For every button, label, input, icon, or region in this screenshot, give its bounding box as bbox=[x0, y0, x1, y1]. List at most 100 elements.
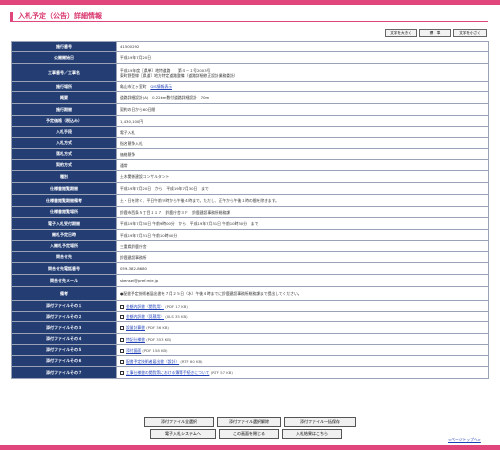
attachment-link[interactable]: 工事仕様書の閲覧等における簿等手続きについて bbox=[126, 370, 209, 375]
row-label: 添付ファイルその１ bbox=[11, 300, 117, 312]
row-label: 概要 bbox=[11, 91, 117, 104]
action-row-1: 添付ファイル全選択 添付ファイル選択解除 添付ファイル一括保存 bbox=[0, 417, 500, 427]
row-value-text: 平成19年7月20日 から 平成19年7月30日 まで bbox=[120, 186, 209, 191]
detail-row: 問合せ先 鈴鹿建設事務所 bbox=[11, 251, 489, 263]
attachment-link[interactable]: 配書予定技術者届出書（設計） bbox=[126, 359, 179, 364]
row-value: 工事仕様書の閲覧等における簿等手続きについて (RTF 57 KB) bbox=[116, 366, 489, 379]
row-value-text: 059-382-8680 bbox=[120, 266, 147, 271]
row-value: 鈴鹿市西条５丁目１１７ 鈴鹿庁舎３Ｆ 鈴鹿建設事務所総務課 bbox=[116, 206, 489, 218]
row-label: 入札方式 bbox=[11, 137, 117, 149]
attachment-checkbox[interactable] bbox=[120, 371, 124, 375]
e-bid-system-button[interactable]: 電子入札システムへ bbox=[150, 429, 216, 439]
row-label: 施行期間 bbox=[11, 103, 117, 116]
font-decrease-button[interactable]: 文字を小さく bbox=[453, 29, 487, 37]
row-label: 添付ファイルその６ bbox=[11, 355, 117, 367]
detail-row: 仕様書閲覧期間 平成19年7月20日 から 平成19年7月30日 まで bbox=[11, 182, 489, 195]
detail-row: 工事番号／工事名 平成19年度［県単］地特道路 第４－１号2003号 東町野登線［県… bbox=[11, 63, 489, 82]
row-value: 配書予定技術者届出書（設計） (RTF 60 KB) bbox=[116, 355, 489, 367]
detail-row: 施行場所 亀山市江ヶ室町 GIS情報表示 bbox=[11, 81, 489, 92]
detail-row: 施行期間 契約の日から60日間 bbox=[11, 103, 489, 116]
row-value: skensei@pref.mie.jp bbox=[116, 274, 489, 287]
bid-results-button[interactable]: 入札結果はこちら bbox=[282, 429, 342, 439]
row-label: 仕様書閲覧期間 bbox=[11, 182, 117, 195]
row-value-text: 平成19年7月30日 午前9時00分 から 平成19年7月31日 午前10時30… bbox=[120, 221, 259, 226]
attachment-link[interactable]: 添付図面 bbox=[126, 348, 141, 353]
row-label: 予定価格（税込み） bbox=[11, 115, 117, 127]
attachment-checkbox[interactable] bbox=[120, 315, 124, 319]
attachment-link[interactable]: 設量計算書 bbox=[126, 325, 145, 330]
gis-info-link[interactable]: GIS情報表示 bbox=[150, 84, 172, 89]
row-label: 契約方式 bbox=[11, 159, 117, 171]
row-value: 平成19年7月31日 午前10時40分 bbox=[116, 229, 489, 241]
row-label: 種別 bbox=[11, 170, 117, 183]
attachment-meta: (PDF 158 KB) bbox=[142, 347, 168, 353]
detail-row: 問合せ先電話番号 059-382-8680 bbox=[11, 262, 489, 275]
deselect-attachments-button[interactable]: 添付ファイル選択解除 bbox=[217, 417, 281, 427]
detail-row: 契約方式 通常 bbox=[11, 159, 489, 171]
attachment-checkbox[interactable] bbox=[120, 359, 124, 364]
detail-table: 施行番号 41500292 公開開始日 平成19年7月20日 工事番号／工事名 平成19年… bbox=[11, 41, 489, 379]
font-increase-button[interactable]: 文字を大きく bbox=[385, 29, 417, 37]
attachment-meta: (PDF 17 KB) bbox=[165, 303, 188, 309]
row-label: 問合せ先メール bbox=[11, 274, 117, 287]
row-value-text: ●配書予定技術者届出書を７月２５日（水）午後４時までに鈴鹿建設事務所総務課まで提… bbox=[120, 291, 302, 296]
detail-row: 種別 土木関係建設コンサルタント bbox=[11, 170, 489, 183]
attachment-meta: (XLS 35 KB) bbox=[165, 314, 188, 319]
attachment-meta: (RTF 57 KB) bbox=[210, 370, 233, 375]
detail-row: 添付ファイルその６ 配書予定技術者届出書（設計） (RTF 60 KB) bbox=[11, 355, 489, 367]
row-value: 契約の日から60日間 bbox=[116, 103, 489, 116]
row-value-text: 鈴鹿建設事務所 bbox=[120, 254, 147, 260]
attachment-checkbox[interactable] bbox=[120, 326, 124, 330]
row-label: 開札予定日時 bbox=[11, 229, 117, 241]
close-window-button[interactable]: この画面を閉じる bbox=[219, 429, 279, 439]
row-value: 平成19年7月20日 bbox=[116, 51, 489, 64]
row-value: 金額内訳書（閲覧用） (PDF 17 KB) bbox=[116, 300, 489, 312]
attachment-link[interactable]: 金額内訳書（閲覧用） bbox=[126, 304, 164, 309]
detail-row: 公開開始日 平成19年7月20日 bbox=[11, 51, 489, 64]
row-value: 鈴鹿建設事務所 bbox=[116, 251, 489, 263]
row-label: 添付ファイルその７ bbox=[11, 366, 117, 379]
attachment-meta: (PDF 353 KB) bbox=[146, 336, 172, 342]
row-value: 特記仕様書 (PDF 353 KB) bbox=[116, 333, 489, 345]
detail-row: 添付ファイルその５ 添付図面 (PDF 158 KB) bbox=[11, 344, 489, 356]
row-label: 工事番号／工事名 bbox=[11, 63, 117, 82]
row-label: 添付ファイルその２ bbox=[11, 311, 117, 322]
row-value-text: 土・日を除く、平日午前９時から午後４時まで。ただし、正午から午後１時の間を除きま… bbox=[120, 198, 279, 203]
attachment-link[interactable]: 特記仕様書 bbox=[126, 337, 145, 342]
row-value-text: 平成19年7月20日 bbox=[120, 55, 152, 60]
font-standard-button[interactable]: 標 準 bbox=[419, 29, 451, 37]
row-value: 三重県鈴鹿庁舎 bbox=[116, 240, 489, 252]
detail-row: 仕様書閲覧期間備考 土・日を除く、平日午前９時から午後４時まで。ただし、正午から午… bbox=[11, 194, 489, 207]
save-all-attachments-button[interactable]: 添付ファイル一括保存 bbox=[284, 417, 356, 427]
row-value: 平成19年7月30日 午前9時00分 から 平成19年7月31日 午前10時30… bbox=[116, 217, 489, 230]
detail-row: 概要 道路詳細設計(A) 0.22km数付道路詳細設計 70m bbox=[11, 91, 489, 104]
row-value-text: 通常 bbox=[120, 162, 128, 168]
row-label: 落札方式 bbox=[11, 148, 117, 160]
detail-row: 入開札予定場所 三重県鈴鹿庁舎 bbox=[11, 240, 489, 252]
row-label: 添付ファイルその３ bbox=[11, 321, 117, 334]
row-label: 備考 bbox=[11, 286, 117, 301]
detail-row: 施行番号 41500292 bbox=[11, 41, 489, 52]
bottom-accent-bar bbox=[0, 445, 500, 450]
row-value-text: 価格競争 bbox=[120, 151, 136, 157]
row-value-text: 土木関係建設コンサルタント bbox=[120, 174, 170, 179]
top-accent-bar bbox=[0, 0, 500, 5]
row-value: 添付図面 (PDF 158 KB) bbox=[116, 344, 489, 356]
row-value-line: 東町野登線［県道］地方特定道路整備（道路詳細修正設計業務委託） bbox=[120, 72, 238, 78]
row-value: ●配書予定技術者届出書を７月２５日（水）午後４時までに鈴鹿建設事務所総務課まで提… bbox=[116, 286, 489, 301]
row-label: 問合せ先 bbox=[11, 251, 117, 263]
row-value: 指名競争入札 bbox=[116, 137, 489, 149]
select-all-attachments-button[interactable]: 添付ファイル全選択 bbox=[144, 417, 214, 427]
page-top-link[interactable]: <ページトップへ> bbox=[448, 437, 481, 443]
attachment-checkbox[interactable] bbox=[120, 304, 124, 309]
attachment-checkbox[interactable] bbox=[120, 337, 124, 342]
row-value: 道路詳細設計(A) 0.22km数付道路詳細設計 70m bbox=[116, 91, 489, 104]
row-label: 添付ファイルその５ bbox=[11, 344, 117, 356]
row-value: 価格競争 bbox=[116, 148, 489, 160]
attachment-checkbox[interactable] bbox=[120, 348, 124, 353]
attachment-link[interactable]: 金額内訳書（見積用） bbox=[126, 314, 164, 319]
detail-row: 問合せ先メール skensei@pref.mie.jp bbox=[11, 274, 489, 287]
attachment-meta: (RTF 60 KB) bbox=[180, 358, 203, 364]
row-value-text: 道路詳細設計(A) 0.22km数付道路詳細設計 70m bbox=[120, 95, 210, 100]
row-value: 電子入札 bbox=[116, 126, 489, 138]
